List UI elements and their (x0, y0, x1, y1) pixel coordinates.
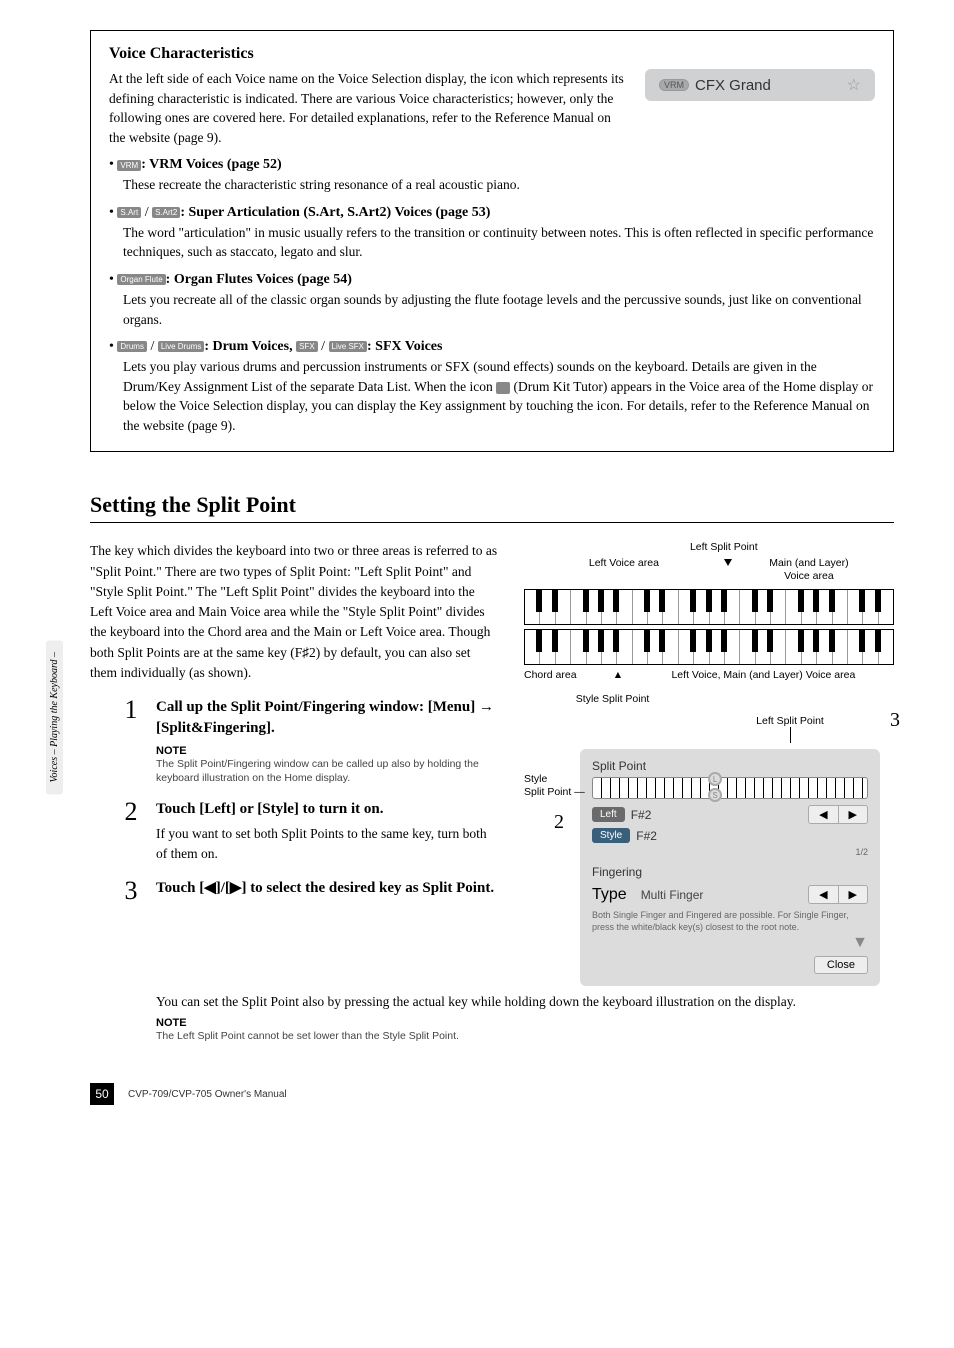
bullet-sart-desc: The word "articulation" in music usually… (123, 223, 875, 262)
section-heading: Setting the Split Point (90, 492, 894, 523)
dia-main-voice: Main (and Layer)Voice area (724, 557, 894, 585)
sp-type-next-button[interactable]: ▶ (839, 886, 867, 903)
sp-type-nav: ◀ ▶ (808, 885, 868, 904)
step-3-text: You can set the Split Point also by pres… (156, 992, 894, 1012)
voice-characteristics-box: Voice Characteristics At the left side o… (90, 30, 894, 452)
sp-desc: Both Single Finger and Fingered are poss… (592, 910, 868, 933)
step-num-3: 3 (120, 878, 142, 904)
sp-panel-title: Split Point (592, 759, 868, 773)
vrm-icon: VRM (659, 79, 689, 91)
step-1: 1 Call up the Split Point/Fingering wind… (120, 697, 498, 785)
sp-style-marker-icon: S (708, 788, 722, 802)
voice-badge: VRM CFX Grand ☆ (645, 69, 875, 101)
bullet-vrm: • VRM: VRM Voices (page 52) (109, 157, 875, 173)
livesfx-chip-icon: Live SFX (329, 341, 367, 352)
step-3: 3 Touch [◀]/[▶] to select the desired ke… (120, 878, 498, 904)
callout-3: 3 (890, 709, 900, 732)
sfx-chip-icon: SFX (296, 341, 318, 352)
bullet-organ-desc: Lets you recreate all of the classic org… (123, 290, 875, 329)
sp-left-value: F#2 (631, 808, 652, 822)
sp-lsp-label: Left Split Point (756, 715, 824, 727)
arrow-down-icon (724, 559, 732, 566)
bullet-vrm-head: : VRM Voices (page 52) (141, 157, 282, 172)
box-intro: At the left side of each Voice name on t… (109, 69, 627, 147)
drum-kit-tutor-icon (496, 382, 510, 394)
sp-fingering-header: Fingering (592, 865, 868, 879)
dia-chord: Chord area (524, 669, 613, 681)
bullet-organ: • Organ Flute: Organ Flutes Voices (page… (109, 272, 875, 288)
page-number: 50 (90, 1083, 114, 1105)
splitpoint-ui: Left Split Point StyleSplit Point — Spli… (524, 715, 894, 985)
sp-type-prev-button[interactable]: ◀ (809, 886, 838, 903)
section-body: The key which divides the keyboard into … (90, 541, 498, 683)
sp-panel: Split Point LS Left F#2 ◀ ▶ Style F#2 (580, 749, 880, 985)
bullet-organ-head: : Organ Flutes Voices (page 54) (166, 272, 352, 287)
bullet-vrm-desc: These recreate the characteristic string… (123, 175, 875, 195)
sp-close-button[interactable]: Close (814, 956, 868, 974)
bullet-drums-head: : Drum Voices, (204, 339, 296, 354)
bullet-drums-desc: Lets you play various drums and percussi… (123, 357, 875, 435)
step-num-2: 2 (120, 799, 142, 863)
sp-type-value: Multi Finger (641, 888, 704, 902)
step-num-1: 1 (120, 697, 142, 785)
step-2-title: Touch [Left] or [Style] to turn it on. (156, 799, 498, 820)
voice-badge-text: CFX Grand (695, 77, 771, 94)
sp-style-label: StyleSplit Point — (524, 773, 585, 798)
bullet-joiner: / (318, 339, 329, 354)
note-label: NOTE (156, 1017, 894, 1029)
arrow-up-icon: ▲ (613, 669, 623, 681)
step-2: 2 Touch [Left] or [Style] to turn it on.… (120, 799, 498, 863)
sp-left-marker-icon: L (708, 772, 722, 786)
bullet-joiner: / (141, 205, 152, 220)
bullet-sfx-head: : SFX Voices (367, 339, 442, 354)
drums-chip-icon: Drums (117, 341, 147, 352)
step-1-title: Call up the Split Point/Fingering window… (156, 697, 498, 739)
callout-2: 2 (554, 811, 564, 834)
sp-more-icon[interactable]: ▼ (592, 934, 868, 952)
step-3-title: Touch [◀]/[▶] to select the desired key … (156, 878, 498, 899)
dia-style-sp: Style Split Point (576, 693, 894, 705)
keyboard-diagram: Left Split Point Left Voice area Main (a… (524, 541, 894, 705)
sp-prev-button[interactable]: ◀ (809, 806, 838, 823)
livedrums-chip-icon: Live Drums (158, 341, 204, 352)
sp-left-button[interactable]: Left (592, 807, 625, 822)
dia-left-voice: Left Voice area (524, 557, 724, 585)
bullet-drums: • Drums / Live Drums: Drum Voices, SFX /… (109, 339, 875, 355)
side-tab: Voices – Playing the Keyboard – (46, 640, 63, 794)
page-footer: 50 CVP-709/CVP-705 Owner's Manual (90, 1083, 894, 1105)
sp-style-value: F#2 (636, 829, 657, 843)
sp-type-label: Type (592, 886, 627, 904)
manual-ref: CVP-709/CVP-705 Owner's Manual (128, 1089, 287, 1100)
step-3-note: The Left Split Point cannot be set lower… (156, 1029, 894, 1043)
step-1-note: The Split Point/Fingering window can be … (156, 757, 498, 785)
bullet-sart-head: : Super Articulation (S.Art, S.Art2) Voi… (180, 205, 490, 220)
sart2-chip-icon: S.Art2 (152, 207, 180, 218)
dia-keyboard-1 (524, 589, 894, 625)
organ-chip-icon: Organ Flute (117, 274, 165, 285)
step-2-text: If you want to set both Split Points to … (156, 824, 498, 863)
favorite-star-icon: ☆ (847, 75, 861, 95)
sp-style-button[interactable]: Style (592, 828, 630, 843)
vrm-chip-icon: VRM (117, 160, 141, 171)
sart-chip-icon: S.Art (117, 207, 141, 218)
note-label: NOTE (156, 745, 498, 757)
sp-keyboard[interactable]: LS (592, 777, 868, 799)
dia-lv-main: Left Voice, Main (and Layer) Voice area (613, 669, 894, 681)
dia-left-sp: Left Split Point (690, 541, 758, 553)
sp-next-button[interactable]: ▶ (839, 806, 867, 823)
bullet-joiner: / (147, 339, 158, 354)
bullet-sart: • S.Art / S.Art2: Super Articulation (S.… (109, 205, 875, 221)
dia-keyboard-2 (524, 629, 894, 665)
box-heading: Voice Characteristics (109, 45, 875, 63)
sp-page-indicator: 1/2 (592, 847, 868, 857)
sp-nav: ◀ ▶ (808, 805, 868, 824)
